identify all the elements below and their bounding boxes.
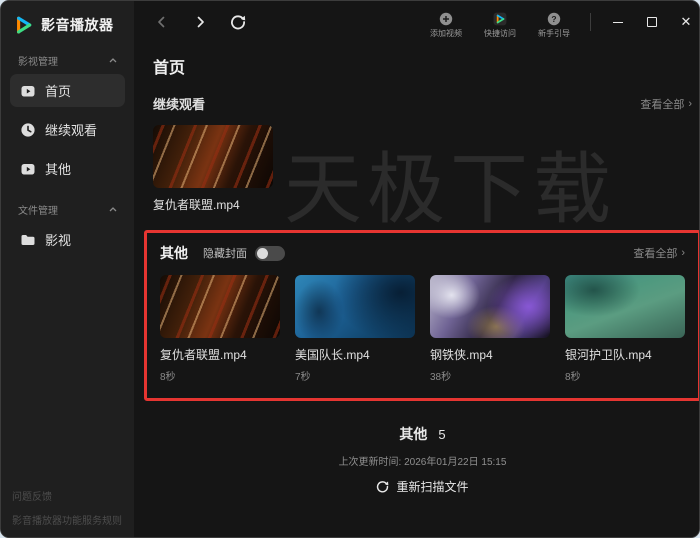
video-thumbnail[interactable]	[430, 275, 550, 338]
refresh-icon	[376, 480, 389, 493]
last-updated-text: 上次更新时间: 2026年01月22日 15:15	[339, 453, 507, 468]
topbar-divider	[590, 13, 591, 31]
app-logo-icon	[12, 14, 34, 36]
maximize-button[interactable]	[641, 11, 663, 33]
close-icon: ✕	[681, 14, 692, 30]
video-filename: 复仇者联盟.mp4	[153, 196, 273, 213]
sidebar-item-home[interactable]: 首页	[10, 74, 125, 107]
continue-section-title: 继续观看	[153, 94, 205, 113]
other-view-all-link[interactable]: 查看全部 ›	[633, 245, 685, 261]
video-card[interactable]: 银河护卫队.mp4 8秒	[565, 275, 685, 383]
video-duration: 8秒	[160, 368, 280, 383]
chevron-right-icon: ›	[688, 98, 692, 110]
library-footer: 其他 5 上次更新时间: 2026年01月22日 15:15 重新扫描文件	[144, 424, 700, 495]
app-window: 影音播放器 影视管理 首页 继续观看	[0, 0, 700, 538]
continue-view-all-link[interactable]: 查看全部 ›	[640, 96, 692, 112]
service-rules-link[interactable]: 影音播放器功能服务规则	[12, 512, 123, 527]
app-logo-row: 影音播放器	[1, 14, 134, 36]
close-button[interactable]: ✕	[675, 11, 697, 33]
chevron-up-icon	[108, 206, 118, 213]
video-duration: 8秒	[565, 368, 685, 383]
toggle-knob	[257, 248, 268, 259]
other-section-header: 其他 隐藏封面 查看全部 ›	[160, 243, 685, 263]
video-duration: 7秒	[295, 368, 415, 383]
sidebar-section-label: 影视管理	[18, 53, 58, 68]
feedback-link[interactable]: 问题反馈	[12, 488, 123, 503]
sidebar-section-file-mgmt[interactable]: 文件管理	[1, 202, 134, 217]
content: 天极下载 首页 继续观看 查看全部 › 复仇者联盟.mp4 其他	[134, 43, 700, 537]
video-thumbnail[interactable]	[153, 125, 273, 188]
quick-access-label: 快捷访问	[484, 28, 516, 39]
hide-cover-toggle[interactable]	[255, 246, 285, 261]
forward-button[interactable]	[192, 14, 208, 30]
add-video-label: 添加视频	[430, 28, 462, 39]
video-filename: 复仇者联盟.mp4	[160, 346, 280, 363]
topbar-actions: 添加视频 快捷访问 ? 新手引导	[430, 12, 570, 39]
svg-text:?: ?	[551, 14, 556, 24]
video-filename: 美国队长.mp4	[295, 346, 415, 363]
sidebar-footer: 问题反馈 影音播放器功能服务规则	[1, 479, 134, 527]
window-controls: ✕	[607, 11, 697, 33]
page-title: 首页	[153, 54, 692, 78]
other-section-highlighted: 其他 隐藏封面 查看全部 › 复仇者联盟.mp4 8秒	[144, 230, 700, 401]
main-area: 添加视频 快捷访问 ? 新手引导	[134, 1, 700, 537]
topbar: 添加视频 快捷访问 ? 新手引导	[134, 1, 700, 43]
video-card[interactable]: 钢铁侠.mp4 38秒	[430, 275, 550, 383]
video-thumbnail[interactable]	[295, 275, 415, 338]
sidebar-item-label: 影视	[45, 230, 71, 249]
video-thumbnail[interactable]	[160, 275, 280, 338]
app-logo-icon	[493, 12, 507, 26]
other-cards-row: 复仇者联盟.mp4 8秒 美国队长.mp4 7秒 钢铁侠.mp4 38秒	[160, 275, 685, 383]
footer-category-count: 5	[438, 427, 445, 442]
video-card[interactable]: 复仇者联盟.mp4 8秒	[160, 275, 280, 383]
sidebar-item-label: 首页	[45, 81, 71, 100]
rescan-files-button[interactable]: 重新扫描文件	[376, 478, 468, 495]
sidebar-item-movies[interactable]: 影视	[10, 223, 125, 256]
sidebar-item-continue-watching[interactable]: 继续观看	[10, 113, 125, 146]
footer-category-label: 其他	[399, 424, 427, 444]
question-circle-icon: ?	[547, 12, 561, 26]
sidebar-item-label: 继续观看	[45, 120, 97, 139]
refresh-button[interactable]	[230, 14, 246, 30]
chevron-right-icon: ›	[681, 247, 685, 259]
clock-icon	[20, 122, 36, 138]
back-button[interactable]	[154, 14, 170, 30]
play-square-icon	[20, 161, 36, 177]
sidebar-item-label: 其他	[45, 159, 71, 178]
plus-circle-icon	[439, 12, 453, 26]
beginner-guide-label: 新手引导	[538, 28, 570, 39]
folder-icon	[20, 232, 36, 248]
beginner-guide-button[interactable]: ? 新手引导	[538, 12, 570, 39]
minimize-button[interactable]	[607, 11, 629, 33]
video-card[interactable]: 复仇者联盟.mp4	[153, 125, 273, 213]
play-square-icon	[20, 83, 36, 99]
chevron-up-icon	[108, 57, 118, 64]
continue-section-header: 继续观看 查看全部 ›	[153, 94, 692, 113]
video-thumbnail[interactable]	[565, 275, 685, 338]
app-title: 影音播放器	[41, 15, 114, 35]
video-filename: 钢铁侠.mp4	[430, 346, 550, 363]
video-filename: 银河护卫队.mp4	[565, 346, 685, 363]
video-duration: 38秒	[430, 368, 550, 383]
add-video-button[interactable]: 添加视频	[430, 12, 462, 39]
sidebar-item-other[interactable]: 其他	[10, 152, 125, 185]
continue-cards-row: 复仇者联盟.mp4	[153, 125, 700, 213]
rescan-files-label: 重新扫描文件	[396, 478, 468, 495]
sidebar-section-label: 文件管理	[18, 202, 58, 217]
other-section-title: 其他	[160, 243, 188, 263]
sidebar-section-video-mgmt[interactable]: 影视管理	[1, 53, 134, 68]
hide-cover-label: 隐藏封面	[203, 245, 247, 261]
quick-access-button[interactable]: 快捷访问	[484, 12, 516, 39]
sidebar: 影音播放器 影视管理 首页 继续观看	[1, 1, 134, 537]
video-card[interactable]: 美国队长.mp4 7秒	[295, 275, 415, 383]
